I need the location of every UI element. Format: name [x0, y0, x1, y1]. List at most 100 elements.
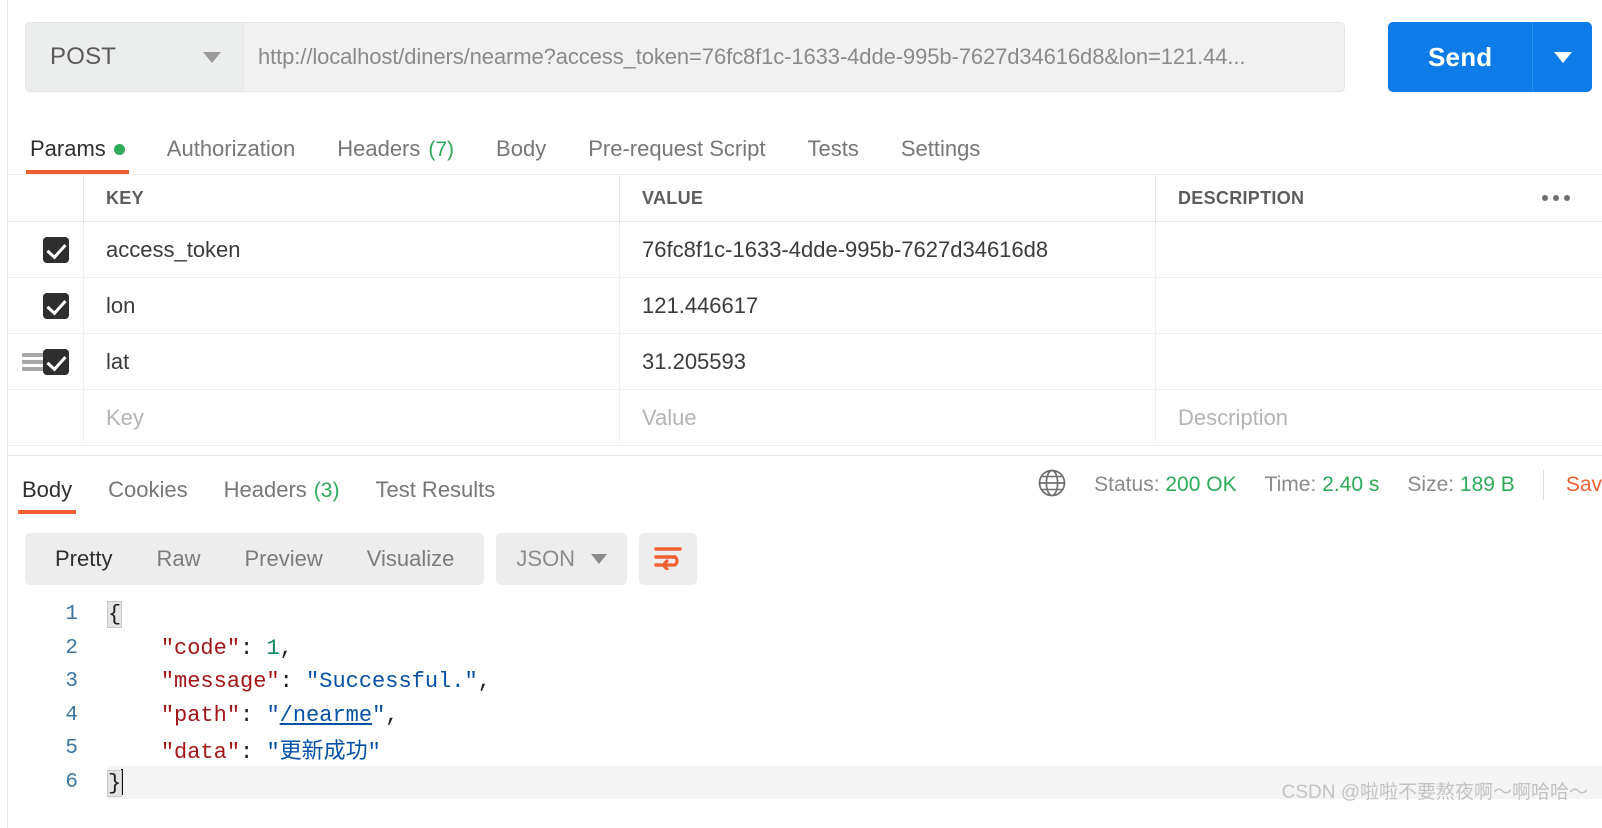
- param-key: lat: [106, 348, 130, 374]
- code-text: "data": "更新成功": [160, 739, 381, 765]
- params-table: KEY VALUE DESCRIPTION access_token 76fc8…: [8, 174, 1602, 446]
- placeholder-key-text: Key: [106, 404, 144, 430]
- response-tab-body-label: Body: [22, 476, 73, 502]
- tab-pre-request-script[interactable]: Pre-request Script: [588, 136, 765, 174]
- view-mode-pretty[interactable]: Pretty: [33, 546, 134, 572]
- response-tab-cookies[interactable]: Cookies: [108, 477, 187, 514]
- json-value-path[interactable]: /nearme: [280, 703, 372, 728]
- line-number: 3: [65, 670, 78, 694]
- row-description-cell[interactable]: [1156, 278, 1510, 333]
- table-placeholder-row: Key Value Description: [8, 390, 1602, 446]
- tab-body[interactable]: Body: [496, 136, 546, 174]
- size-label: Size:: [1407, 473, 1455, 496]
- code-text: {: [106, 601, 123, 629]
- word-wrap-button[interactable]: [639, 533, 698, 585]
- json-key-path: "path": [160, 702, 241, 728]
- json-value-code: 1: [266, 635, 280, 661]
- http-method-label: POST: [50, 43, 117, 70]
- response-tab-test-results-label: Test Results: [375, 476, 496, 502]
- row-more-cell: [1510, 334, 1602, 389]
- tab-pre-request-script-label: Pre-request Script: [588, 136, 766, 161]
- placeholder-value-cell[interactable]: Value: [620, 390, 1156, 445]
- send-button[interactable]: Send: [1388, 22, 1533, 92]
- json-open-brace: {: [106, 601, 123, 629]
- row-key-cell[interactable]: lat: [84, 334, 620, 389]
- send-options-button[interactable]: [1532, 22, 1593, 92]
- row-value-cell[interactable]: 121.446617: [620, 278, 1156, 333]
- row-enabled-checkbox[interactable]: [43, 348, 69, 375]
- url-input[interactable]: http://localhost/diners/nearme?access_to…: [243, 22, 1345, 92]
- code-line: 3 "message": "Successful.",: [8, 665, 1602, 699]
- view-mode-visualize[interactable]: Visualize: [345, 546, 477, 572]
- globe-icon[interactable]: [1036, 467, 1068, 504]
- placeholder-checkbox-cell: [8, 390, 84, 445]
- tab-params[interactable]: Params: [26, 136, 129, 174]
- json-close-brace: }: [106, 769, 123, 797]
- code-line: 1 {: [8, 598, 1602, 632]
- row-enabled-checkbox[interactable]: [43, 292, 69, 319]
- table-header-row: KEY VALUE DESCRIPTION: [8, 175, 1602, 222]
- chevron-down-icon: [591, 554, 608, 564]
- json-key-data: "data": [160, 739, 241, 765]
- row-enabled-checkbox[interactable]: [43, 236, 69, 263]
- header-value-cell: VALUE: [620, 175, 1156, 221]
- column-header-key: KEY: [106, 187, 144, 208]
- row-key-cell[interactable]: lon: [84, 278, 620, 333]
- response-tab-test-results[interactable]: Test Results: [375, 477, 495, 514]
- view-mode-preview[interactable]: Preview: [222, 546, 344, 572]
- row-more-cell: [1510, 222, 1602, 277]
- status-value: 200 OK: [1165, 473, 1237, 496]
- placeholder-description-cell[interactable]: Description: [1156, 390, 1510, 445]
- tab-headers-count: (7): [428, 138, 455, 161]
- tab-authorization-label: Authorization: [166, 136, 296, 161]
- word-wrap-icon: [653, 544, 683, 575]
- status-label: Status:: [1094, 473, 1160, 496]
- param-key: access_token: [106, 236, 241, 262]
- tab-tests[interactable]: Tests: [808, 136, 859, 174]
- tab-headers-label: Headers: [337, 136, 421, 161]
- line-number: 4: [65, 703, 78, 727]
- tab-body-label: Body: [496, 136, 547, 161]
- tab-settings[interactable]: Settings: [901, 136, 981, 174]
- size-value: 189 B: [1459, 473, 1515, 496]
- response-tab-body[interactable]: Body: [17, 476, 77, 514]
- header-more-cell: [1510, 175, 1602, 221]
- chevron-down-icon: [1553, 51, 1572, 63]
- tab-tests-label: Tests: [807, 136, 859, 161]
- tab-headers[interactable]: Headers (7): [337, 136, 454, 174]
- meta-divider: [1542, 470, 1544, 500]
- table-row: access_token 76fc8f1c-1633-4dde-995b-762…: [8, 222, 1602, 278]
- save-response-button[interactable]: Sav: [1566, 473, 1602, 497]
- url-text: http://localhost/diners/nearme?access_to…: [258, 44, 1246, 69]
- line-number: 6: [65, 770, 78, 794]
- tab-authorization[interactable]: Authorization: [167, 136, 295, 174]
- header-key-cell: KEY: [84, 175, 620, 221]
- http-method-selector[interactable]: POST: [25, 22, 243, 92]
- format-selector[interactable]: JSON: [496, 533, 628, 585]
- json-value-data: 更新成功: [279, 739, 368, 765]
- code-text: "path": "/nearme",: [160, 702, 399, 728]
- more-options-icon[interactable]: [1542, 195, 1570, 201]
- row-description-cell[interactable]: [1156, 222, 1510, 277]
- response-viewer-toolbar: Pretty Raw Preview Visualize JSON: [25, 533, 698, 585]
- row-value-cell[interactable]: 76fc8f1c-1633-4dde-995b-7627d34616d8: [620, 222, 1156, 277]
- row-checkbox-cell: [8, 334, 84, 389]
- column-header-value: VALUE: [642, 187, 704, 208]
- response-tab-headers[interactable]: Headers (3): [224, 477, 340, 514]
- tab-params-label: Params: [30, 136, 106, 161]
- watermark: CSDN @啦啦不要熬夜啊～啊哈哈～: [1281, 782, 1588, 803]
- response-tab-headers-label: Headers: [223, 476, 307, 502]
- json-key-message: "message": [160, 669, 280, 695]
- chevron-down-icon: [203, 51, 221, 63]
- placeholder-more-cell: [1510, 390, 1602, 445]
- send-button-group: Send: [1388, 22, 1593, 92]
- request-tabs: Params Authorization Headers (7) Body Pr…: [8, 120, 1602, 174]
- row-value-cell[interactable]: 31.205593: [620, 334, 1156, 389]
- placeholder-key-cell[interactable]: Key: [84, 390, 620, 445]
- view-mode-raw[interactable]: Raw: [134, 546, 222, 572]
- line-number: 5: [65, 737, 78, 761]
- row-description-cell[interactable]: [1156, 334, 1510, 389]
- row-more-cell: [1510, 278, 1602, 333]
- code-line: 5 "data": "更新成功": [8, 732, 1602, 766]
- row-key-cell[interactable]: access_token: [84, 222, 620, 277]
